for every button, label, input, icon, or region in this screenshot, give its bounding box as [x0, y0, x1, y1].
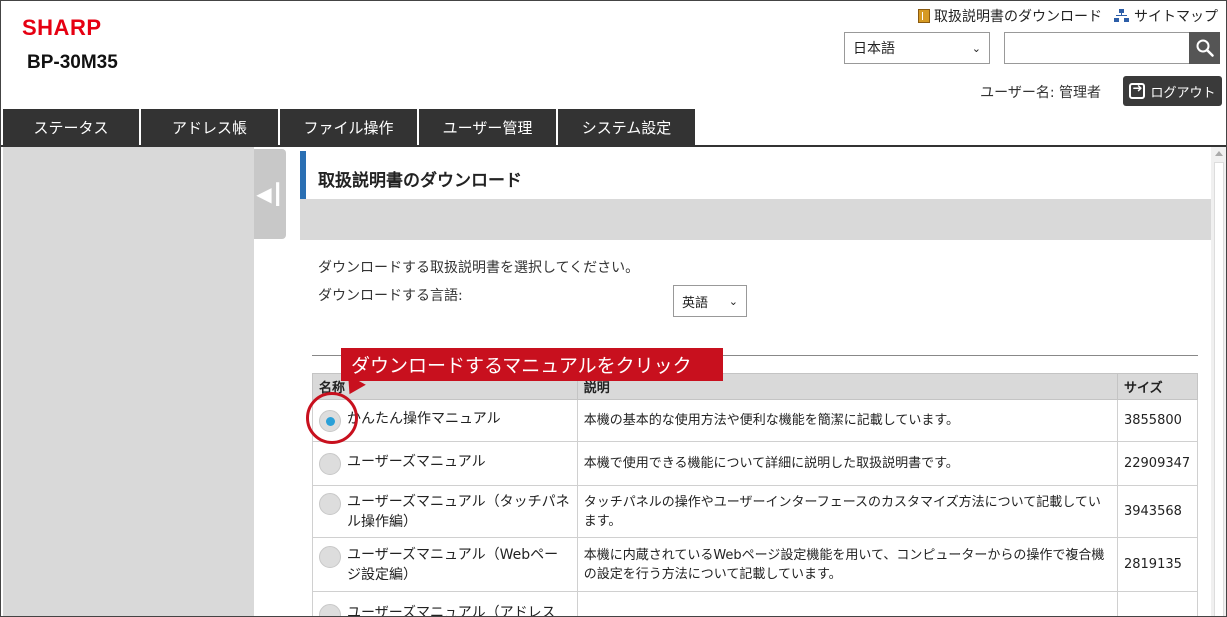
manual-radio[interactable] [319, 545, 341, 568]
manual-description: タッチパネルの操作やユーザーインターフェースのカスタマイズ方法について記載してい… [576, 485, 1118, 538]
vertical-scrollbar[interactable] [1211, 147, 1226, 616]
manual-radio[interactable] [319, 453, 341, 475]
sitemap-label: サイトマップ [1134, 9, 1218, 25]
table-row[interactable]: ユーザーズマニュアル（タッチパネル操作編） タッチパネルの操作やユーザーインター… [312, 485, 1199, 538]
manual-radio[interactable] [319, 492, 341, 515]
highlight-circle [306, 392, 358, 444]
manual-description: 本機に内蔵されているWebページ設定機能を用いて、コンピューターからの操作で複合… [576, 537, 1118, 592]
manual-size: 3943568 [1116, 485, 1199, 538]
search-input[interactable] [1004, 32, 1190, 64]
tab-address-book[interactable]: アドレス帳 [141, 109, 278, 145]
table-row[interactable]: ユーザーズマニュアル（Webページ設定編） 本機に内蔵されているWebページ設定… [312, 537, 1199, 592]
top-links: 取扱説明書のダウンロード サイトマップ [918, 6, 1218, 26]
manual-radio[interactable] [319, 604, 341, 616]
manual-size: 22909347 [1116, 441, 1199, 486]
model-name: BP-30M35 [27, 52, 118, 73]
manual-download-link[interactable]: 取扱説明書のダウンロード [918, 6, 1102, 26]
logout-icon [1129, 81, 1146, 99]
manual-description: 本機の基本的な使用方法や便利な機能を簡潔に記載しています。 [576, 399, 1118, 442]
download-language-label: ダウンロードする言語: [318, 288, 463, 304]
manual-description [576, 591, 1118, 616]
app-window: SHARP BP-30M35 取扱説明書のダウンロード サイトマップ 日本語 ⌄… [0, 0, 1227, 617]
manual-icon [918, 9, 930, 23]
scrollbar-thumb[interactable] [1214, 162, 1224, 616]
tab-user-management[interactable]: ユーザー管理 [419, 109, 556, 145]
sidebar [3, 147, 254, 616]
tab-status[interactable]: ステータス [3, 109, 139, 145]
manual-name-cell: ユーザーズマニュアル（Webページ設定編） [312, 537, 578, 592]
manual-name: かんたん操作マニュアル [347, 411, 501, 427]
manual-download-label: 取扱説明書のダウンロード [934, 9, 1102, 25]
instruction-text: ダウンロードする取扱説明書を選択してください。 [318, 260, 640, 276]
manual-name-cell: ユーザーズマニュアル（タッチパネル操作編） [312, 485, 578, 538]
column-header-size: サイズ [1116, 373, 1199, 400]
chevron-down-icon: ⌄ [728, 294, 738, 308]
manual-size [1116, 591, 1199, 616]
sitemap-icon [1114, 9, 1130, 23]
ui-language-select[interactable]: 日本語 ⌄ [844, 32, 990, 64]
manual-name-cell: ユーザーズマニュアル [312, 441, 578, 486]
manual-name: ユーザーズマニュアル（Webページ設定編） [347, 546, 559, 583]
manual-name: ユーザーズマニュアル [347, 454, 486, 470]
table-row[interactable]: ユーザーズマニュアル（アドレス [312, 591, 1199, 617]
main-tabs: ステータス アドレス帳 ファイル操作 ユーザー管理 システム設定 [3, 109, 695, 145]
logout-label: ログアウト [1150, 85, 1216, 101]
ui-language-value: 日本語 [853, 41, 895, 57]
main-content: 取扱説明書のダウンロード ダウンロードする取扱説明書を選択してください。 ダウン… [300, 147, 1211, 617]
tab-file-operations[interactable]: ファイル操作 [280, 109, 417, 145]
chevron-down-icon: ⌄ [971, 41, 981, 55]
sitemap-link[interactable]: サイトマップ [1114, 6, 1218, 26]
sidebar-collapse-button[interactable]: ◀┃ [254, 149, 286, 239]
table-row[interactable]: ユーザーズマニュアル 本機で使用できる機能について詳細に説明した取扱説明書です。… [312, 441, 1199, 486]
manual-size: 2819135 [1116, 537, 1199, 592]
manual-description: 本機で使用できる機能について詳細に説明した取扱説明書です。 [576, 441, 1118, 486]
page-title-bar: 取扱説明書のダウンロード [300, 151, 1211, 199]
manual-name-cell: ユーザーズマニュアル（アドレス [312, 591, 578, 617]
logout-button[interactable]: ログアウト [1123, 76, 1222, 106]
manual-name: ユーザーズマニュアル（タッチパネル操作編） [347, 493, 570, 530]
manual-size: 3855800 [1116, 399, 1199, 442]
search-button[interactable] [1189, 32, 1220, 64]
user-name-label: ユーザー名: 管理者 [980, 85, 1101, 101]
manuals-table: 名称 説明 サイズ かんたん操作マニュアル 本機の基本的な使用方法や便利な機能を… [312, 373, 1199, 617]
page-title: 取扱説明書のダウンロード [318, 171, 522, 191]
search-icon [1196, 39, 1214, 57]
download-language-select[interactable]: 英語 ⌄ [673, 285, 747, 317]
toolbar-band [300, 199, 1211, 240]
collapse-left-icon: ◀┃ [256, 182, 284, 206]
download-language-value: 英語 [682, 295, 709, 311]
tab-system-settings[interactable]: システム設定 [558, 109, 695, 145]
brand-logo: SHARP [22, 15, 102, 40]
table-row[interactable]: かんたん操作マニュアル 本機の基本的な使用方法や便利な機能を簡潔に記載しています… [312, 399, 1199, 442]
manual-name: ユーザーズマニュアル（アドレス [347, 605, 556, 617]
instruction-callout: ダウンロードするマニュアルをクリック [341, 348, 723, 381]
